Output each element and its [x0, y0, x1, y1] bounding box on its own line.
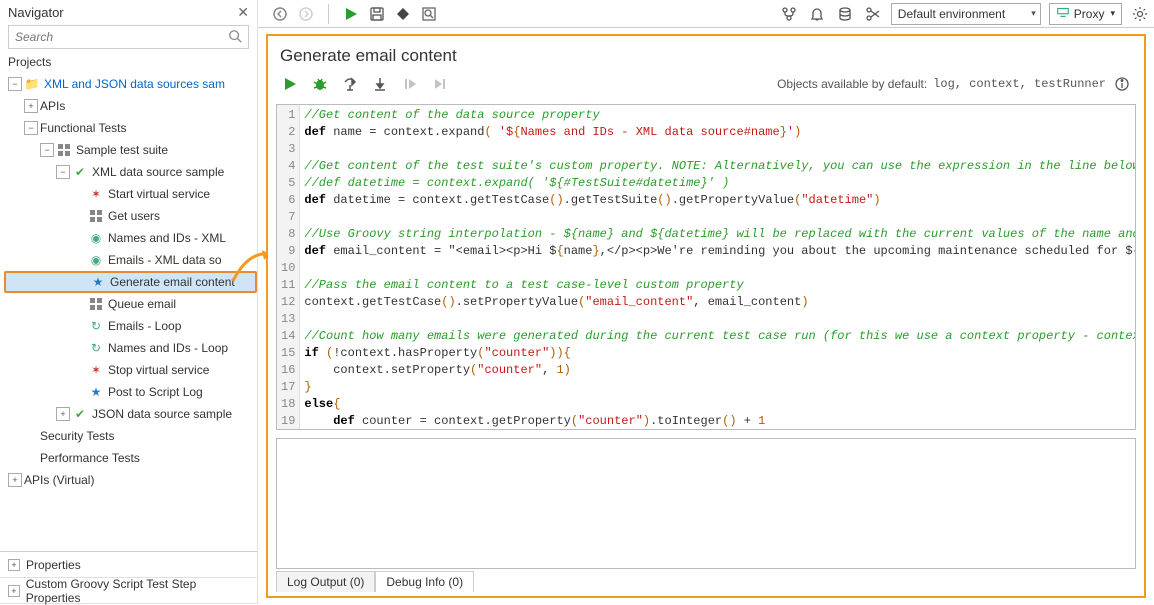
tab-debug-info[interactable]: Debug Info (0)	[375, 571, 474, 592]
tree-json-sample[interactable]: +✔JSON data source sample	[4, 403, 257, 425]
folder-icon: 📁	[24, 76, 40, 92]
navigator-title: Navigator	[8, 5, 64, 20]
tree-names-xml[interactable]: ◉Names and IDs - XML	[4, 227, 257, 249]
tree-post-log[interactable]: ★Post to Script Log	[4, 381, 257, 403]
tree-generate-email[interactable]: ★Generate email content	[4, 271, 257, 293]
expand-icon[interactable]: +	[8, 559, 20, 571]
tree-performance[interactable]: Performance Tests	[4, 447, 257, 469]
grid-icon	[88, 208, 104, 224]
tree-get-users[interactable]: Get users	[4, 205, 257, 227]
info-icon[interactable]	[1112, 74, 1132, 94]
expand-icon[interactable]: +	[8, 585, 20, 597]
proxy-button[interactable]: Proxy	[1049, 3, 1122, 25]
loop-icon: ↻	[88, 318, 104, 334]
run-icon[interactable]	[341, 4, 361, 24]
wand-icon: ✶	[88, 186, 104, 202]
tree-queue-email[interactable]: Queue email	[4, 293, 257, 315]
custom-props-panel[interactable]: +Custom Groovy Script Test Step Properti…	[0, 578, 257, 604]
check-icon: ✔	[72, 406, 88, 422]
bell-icon[interactable]	[807, 4, 827, 24]
tree-project-root[interactable]: −📁XML and JSON data sources sam	[4, 73, 257, 95]
tree-names-loop[interactable]: ↻Names and IDs - Loop	[4, 337, 257, 359]
check-icon: ✔	[72, 164, 88, 180]
tree-stop-virtual[interactable]: ✶Stop virtual service	[4, 359, 257, 381]
search-input[interactable]	[15, 30, 228, 44]
db-icon: ◉	[88, 252, 104, 268]
tree-functional[interactable]: −Functional Tests	[4, 117, 257, 139]
grid-icon	[88, 296, 104, 312]
star-icon: ★	[90, 274, 106, 290]
find-icon[interactable]	[419, 4, 439, 24]
proxy-icon	[1056, 5, 1070, 22]
search-icon[interactable]	[228, 29, 242, 46]
branch-icon[interactable]	[779, 4, 799, 24]
gear-icon[interactable]	[1130, 4, 1150, 24]
tree-apis[interactable]: +APIs	[4, 95, 257, 117]
run-script-icon[interactable]	[280, 74, 300, 94]
tree-xml-sample[interactable]: −✔XML data source sample	[4, 161, 257, 183]
output-panel[interactable]	[276, 438, 1136, 569]
loop-icon: ↻	[88, 340, 104, 356]
properties-panel[interactable]: +Properties	[0, 552, 257, 578]
objects-hint: Objects available by default: log, conte…	[777, 74, 1132, 94]
tree-apis-virtual[interactable]: +APIs (Virtual)	[4, 469, 257, 491]
tree-emails-loop[interactable]: ↻Emails - Loop	[4, 315, 257, 337]
suite-icon	[56, 142, 72, 158]
db-icon: ◉	[88, 230, 104, 246]
search-input-wrap[interactable]	[8, 25, 249, 49]
projects-label: Projects	[0, 53, 257, 71]
save-icon[interactable]	[367, 4, 387, 24]
star-icon: ★	[88, 384, 104, 400]
step-into-icon[interactable]	[370, 74, 390, 94]
close-icon[interactable]: ✕	[237, 4, 249, 21]
skip-icon[interactable]	[430, 74, 450, 94]
scissors-icon[interactable]	[863, 4, 883, 24]
tab-log-output[interactable]: Log Output (0)	[276, 571, 375, 592]
line-gutter: 12345678910111213141516171819	[277, 105, 300, 429]
editor-title: Generate email content	[268, 36, 1144, 72]
stop-icon: ✶	[88, 362, 104, 378]
tree-emails-xml[interactable]: ◉Emails - XML data so	[4, 249, 257, 271]
back-icon[interactable]	[270, 4, 290, 24]
project-tree: −📁XML and JSON data sources sam +APIs −F…	[0, 71, 257, 551]
diamond-icon[interactable]	[393, 4, 413, 24]
forward-icon[interactable]	[296, 4, 316, 24]
resume-icon[interactable]	[400, 74, 420, 94]
database-icon[interactable]	[835, 4, 855, 24]
tree-suite[interactable]: −Sample test suite	[4, 139, 257, 161]
step-over-icon[interactable]	[340, 74, 360, 94]
tree-start-virtual[interactable]: ✶Start virtual service	[4, 183, 257, 205]
environment-select[interactable]: Default environment	[891, 3, 1041, 25]
debug-icon[interactable]	[310, 74, 330, 94]
tree-security[interactable]: Security Tests	[4, 425, 257, 447]
code-editor[interactable]: //Get content of the data source propert…	[300, 105, 1135, 429]
